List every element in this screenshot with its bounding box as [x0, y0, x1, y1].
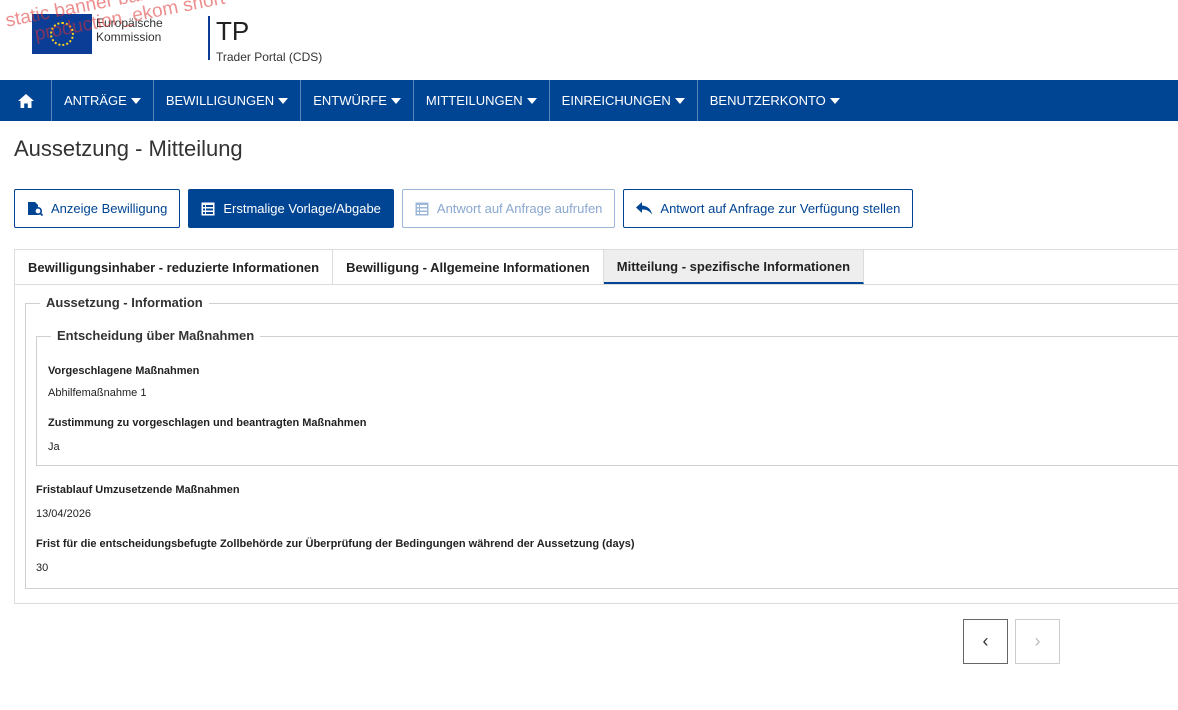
nav-mitteilungen[interactable]: MITTEILUNGEN: [414, 80, 550, 121]
proposed-measures-value: Abhilfemaßnahme 1: [48, 387, 147, 399]
app-subtitle: Trader Portal (CDS): [216, 50, 323, 64]
deadline-value: 13/04/2026: [36, 508, 92, 520]
action-toolbar: Anzeige Bewilligung Erstmalige Vorlage/A…: [14, 189, 914, 228]
caret-down-icon: [526, 98, 537, 104]
nav-benutzerkonto[interactable]: BENUTZERKONTO: [698, 80, 852, 121]
page-title: Aussetzung - Mitteilung: [14, 136, 243, 161]
view-response-button[interactable]: Antwort auf Anfrage aufrufen: [401, 189, 616, 228]
proposed-measures-label: Vorgeschlagene Maßnahmen: [48, 365, 200, 377]
header-divider: [208, 16, 210, 60]
button-label: Antwort auf Anfrage aufrufen: [436, 201, 603, 216]
caret-down-icon: [674, 98, 685, 104]
tab-holder-reduced-info[interactable]: Bewilligungsinhaber - reduzierte Informa…: [15, 250, 334, 284]
org-name: Europäische Kommission: [96, 16, 163, 44]
document-list-icon: [415, 202, 429, 216]
app-title-block: TP Trader Portal (CDS): [216, 18, 322, 64]
initial-submission-button[interactable]: Erstmalige Vorlage/Abgabe: [188, 189, 394, 228]
document-search-icon: [27, 201, 43, 216]
next-page-button[interactable]: ›: [1015, 619, 1060, 664]
tab-notification-specific-info[interactable]: Mitteilung - spezifische Informationen: [603, 250, 865, 284]
document-list-icon: [201, 202, 215, 216]
chevron-right-icon: ›: [1034, 631, 1041, 651]
tab-bar: Bewilligungsinhaber - reduzierte Informa…: [15, 250, 1178, 285]
eu-flag-logo: [32, 14, 92, 54]
main-navbar: ANTRÄGE BEWILLIGUNGEN ENTWÜRFE MITTEILUN…: [0, 80, 1178, 121]
tab-authorisation-general-info[interactable]: Bewilligung - Allgemeine Informationen: [333, 250, 604, 284]
nav-label: MITTEILUNGEN: [425, 93, 523, 108]
nav-label: ANTRÄGE: [64, 93, 127, 108]
deadline-label: Fristablauf Umzusetzende Maßnahmen: [36, 484, 240, 496]
tabs-panel: Bewilligungsinhaber - reduzierte Informa…: [14, 249, 1178, 604]
caret-down-icon: [130, 98, 141, 104]
nav-label: EINREICHUNGEN: [561, 93, 671, 108]
previous-page-button[interactable]: ‹: [963, 619, 1008, 664]
consent-label: Zustimmung zu vorgeschlagen und beantrag…: [48, 417, 367, 429]
home-icon: [17, 93, 34, 108]
button-label: Anzeige Bewilligung: [51, 201, 168, 216]
nav-label: BENUTZERKONTO: [709, 93, 826, 108]
nav-antraege[interactable]: ANTRÄGE: [52, 80, 154, 121]
caret-down-icon: [829, 98, 840, 104]
review-period-label: Frist für die entscheidungsbefugte Zollb…: [36, 538, 635, 550]
caret-down-icon: [390, 98, 401, 104]
button-label: Antwort auf Anfrage zur Verfügung stelle…: [660, 201, 901, 216]
show-authorisation-button[interactable]: Anzeige Bewilligung: [14, 189, 181, 228]
nav-label: ENTWÜRFE: [313, 93, 387, 108]
nav-bewilligungen[interactable]: BEWILLIGUNGEN: [154, 80, 302, 121]
consent-value: Ja: [48, 441, 60, 453]
suspension-info-fieldset: Aussetzung - Information Entscheidung üb…: [25, 295, 1178, 589]
org-line-1: Europäische: [96, 16, 163, 30]
button-label: Erstmalige Vorlage/Abgabe: [223, 201, 381, 216]
review-period-value: 30: [36, 562, 49, 574]
suspension-info-legend: Aussetzung - Information: [40, 295, 209, 310]
nav-einreichungen[interactable]: EINREICHUNGEN: [550, 80, 698, 121]
reply-icon: [636, 202, 653, 215]
org-line-2: Kommission: [96, 30, 162, 44]
measures-decision-legend: Entscheidung über Maßnahmen: [51, 328, 261, 343]
provide-response-button[interactable]: Antwort auf Anfrage zur Verfügung stelle…: [623, 189, 914, 228]
home-button[interactable]: [0, 80, 52, 121]
nav-label: BEWILLIGUNGEN: [165, 93, 275, 108]
measures-decision-fieldset: Entscheidung über Maßnahmen Vorgeschlage…: [36, 328, 1178, 466]
chevron-left-icon: ‹: [982, 631, 989, 651]
caret-down-icon: [278, 98, 289, 104]
app-title: TP: [216, 16, 250, 46]
nav-entwuerfe[interactable]: ENTWÜRFE: [301, 80, 414, 121]
site-header: Europäische Kommission static banner ban…: [0, 0, 1178, 72]
